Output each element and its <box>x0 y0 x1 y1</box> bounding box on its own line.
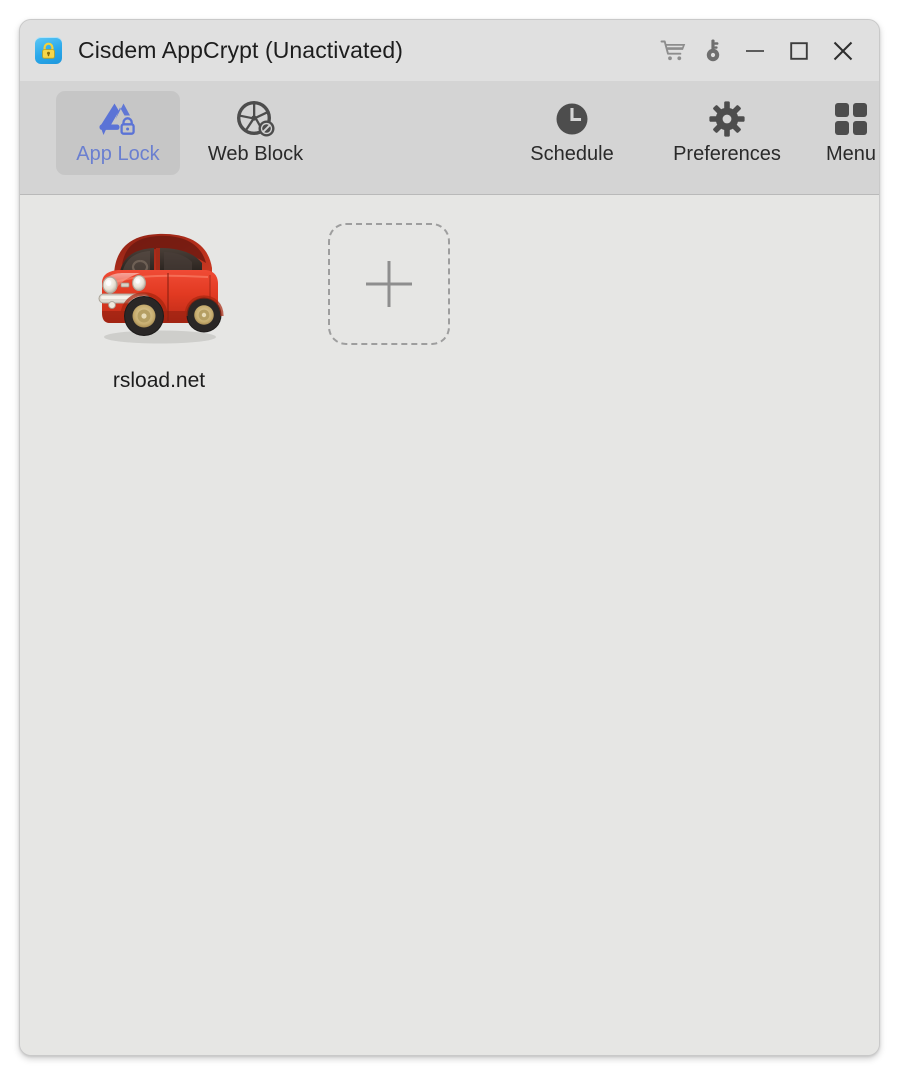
add-app-button[interactable] <box>328 223 450 345</box>
toolbar: App Lock Web Block Schedule Preferences … <box>20 81 879 195</box>
titlebar-controls <box>653 29 865 73</box>
tab-label: Preferences <box>673 143 781 165</box>
maximize-button[interactable] <box>777 29 821 73</box>
close-icon <box>833 41 853 60</box>
tab-web-block[interactable]: Web Block <box>184 91 327 175</box>
tab-label: App Lock <box>76 143 160 165</box>
clock-icon <box>552 97 592 141</box>
minimize-button[interactable] <box>733 29 777 73</box>
tab-schedule[interactable]: Schedule <box>510 91 634 175</box>
tab-label: Schedule <box>530 143 614 165</box>
tab-menu[interactable]: Menu <box>804 91 879 175</box>
tab-app-lock[interactable]: App Lock <box>56 91 180 175</box>
app-window: Cisdem AppCrypt (Unactivated) App Lock W… <box>19 19 880 1056</box>
web-block-icon <box>234 97 278 141</box>
minimize-icon <box>746 49 764 52</box>
list-item[interactable]: rsload.net <box>66 221 252 393</box>
window-title: Cisdem AppCrypt (Unactivated) <box>78 37 404 63</box>
list-item-label: rsload.net <box>112 369 206 392</box>
plus-icon <box>366 261 412 307</box>
tab-preferences[interactable]: Preferences <box>647 91 807 175</box>
gear-icon <box>707 97 747 141</box>
add-item-cell <box>296 221 482 345</box>
padlock-app-icon <box>35 37 62 64</box>
tab-label: Web Block <box>207 143 304 165</box>
title-bar: Cisdem AppCrypt (Unactivated) <box>20 20 879 81</box>
content-area: rsload.net <box>20 195 879 1055</box>
cart-button[interactable] <box>653 29 693 73</box>
key-icon <box>706 39 720 61</box>
close-button[interactable] <box>821 29 865 73</box>
locked-apps-grid: rsload.net <box>20 221 879 393</box>
shopping-cart-icon <box>660 40 686 60</box>
red-car-thumbnail <box>83 221 235 357</box>
tab-label: Menu <box>825 143 877 165</box>
key-button[interactable] <box>693 29 733 73</box>
maximize-icon <box>790 41 808 60</box>
app-lock-icon <box>94 97 142 141</box>
grid-menu-icon <box>832 97 870 141</box>
